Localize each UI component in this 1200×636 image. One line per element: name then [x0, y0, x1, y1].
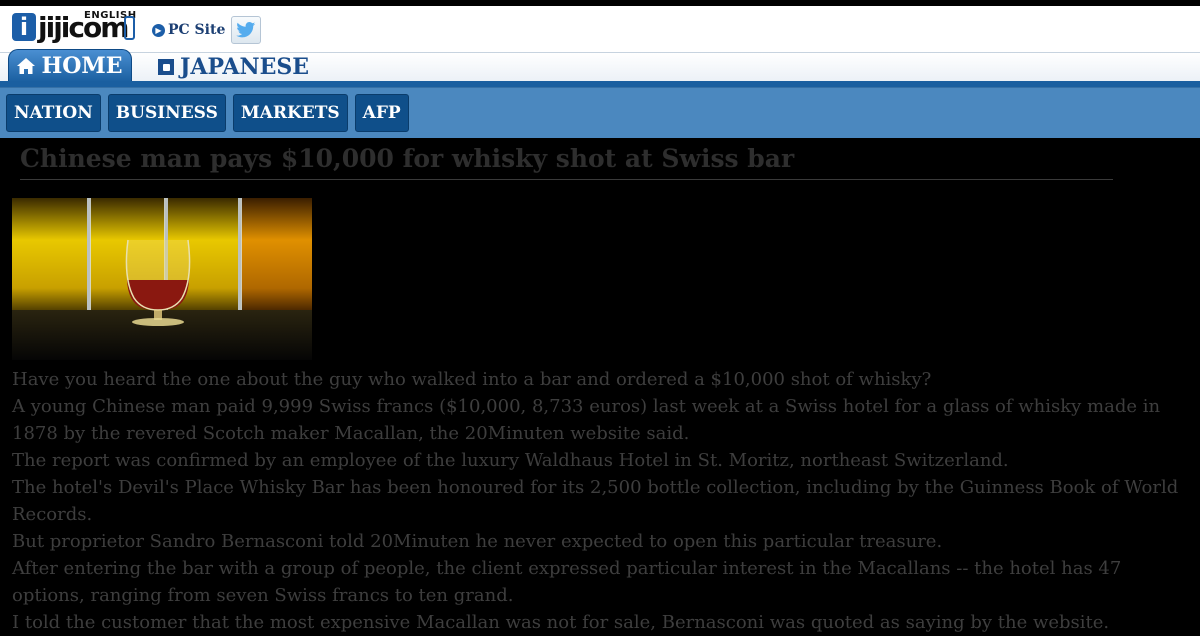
- pc-site-label: PC Site: [168, 22, 226, 38]
- twitter-button[interactable]: [231, 16, 261, 44]
- article: Chinese man pays $10,000 for whisky shot…: [0, 138, 1200, 636]
- site-header: i jijicom ENGLISH ▶ PC Site: [0, 6, 1200, 52]
- tab-home[interactable]: HOME: [8, 49, 132, 82]
- tab-japanese-label: JAPANESE: [180, 54, 310, 80]
- section-afp[interactable]: AFP: [354, 94, 409, 132]
- article-paragraph: After entering the bar with a group of p…: [12, 558, 1122, 606]
- pc-site-link[interactable]: ▶ PC Site: [152, 22, 225, 38]
- article-paragraph: The hotel's Devil's Place Whisky Bar has…: [12, 477, 1179, 525]
- article-title: Chinese man pays $10,000 for whisky shot…: [20, 138, 1113, 180]
- primary-nav: HOME JAPANESE: [0, 49, 1200, 87]
- article-paragraph: Have you heard the one about the guy who…: [12, 369, 932, 390]
- tab-home-label: HOME: [41, 53, 123, 79]
- article-paragraph: A young Chinese man paid 9,999 Swiss fra…: [12, 396, 1161, 444]
- phone-icon: [124, 16, 135, 40]
- twitter-bird-icon: [236, 22, 256, 38]
- section-nav: NATION BUSINESS MARKETS AFP: [0, 87, 1200, 138]
- article-paragraph: I told the customer that the most expens…: [12, 612, 1110, 633]
- nav-rule: [0, 81, 1200, 87]
- section-nation[interactable]: NATION: [6, 94, 101, 132]
- logo-i-mark: i: [12, 13, 36, 41]
- article-body: Have you heard the one about the guy who…: [12, 366, 1188, 636]
- whisky-glass-photo: [12, 198, 312, 360]
- square-icon: [158, 59, 174, 75]
- section-business[interactable]: BUSINESS: [107, 94, 226, 132]
- arrow-circle-icon: ▶: [152, 23, 165, 37]
- article-paragraph: But proprietor Sandro Bernasconi told 20…: [12, 531, 943, 552]
- tab-japanese[interactable]: JAPANESE: [158, 52, 309, 82]
- jiji-logo[interactable]: i jijicom ENGLISH: [12, 10, 140, 44]
- home-icon: [17, 58, 36, 74]
- article-paragraph: The report was confirmed by an employee …: [12, 450, 1009, 471]
- section-markets[interactable]: MARKETS: [232, 94, 348, 132]
